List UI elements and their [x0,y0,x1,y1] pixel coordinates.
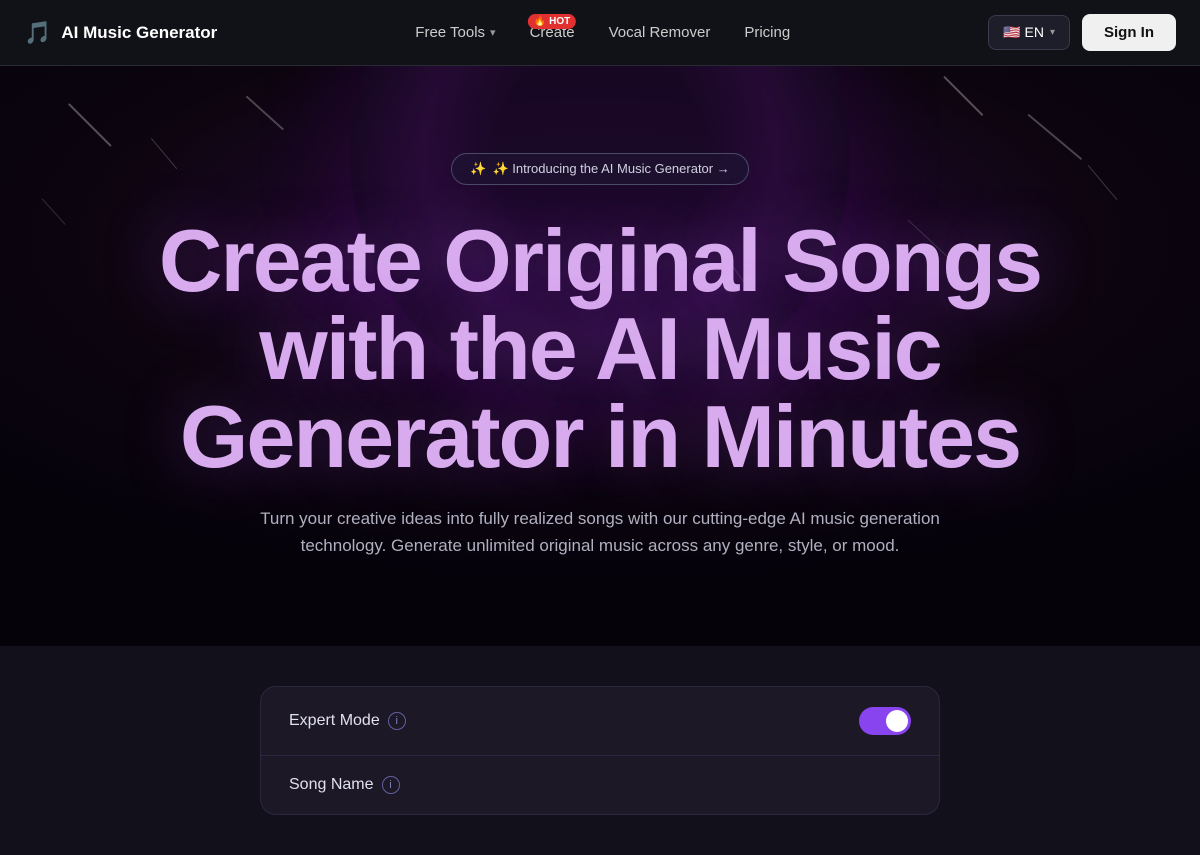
logo-text: AI Music Generator [61,23,217,43]
star-streak [68,103,111,146]
star-streak [41,198,65,225]
star-streak [1088,165,1118,200]
nav-center: Free Tools ▾ 🔥 HOT Create Vocal Remover … [401,16,804,49]
logo[interactable]: 🎵 AI Music Generator [24,20,217,46]
song-name-info-icon[interactable]: i [382,776,400,794]
sparkle-icon: ✨ [470,161,486,177]
sign-in-button[interactable]: Sign In [1082,14,1176,51]
music-note-icon: 🎵 [24,20,51,46]
nav-item-pricing[interactable]: Pricing [730,16,804,49]
expert-mode-info-icon[interactable]: i [388,712,406,730]
intro-badge[interactable]: ✨ ✨ Introducing the AI Music Generator → [451,153,748,185]
star-streak [1028,113,1083,159]
card-section: Expert Mode i Song Name i [0,646,1200,855]
hero-heading-line3: Generator in Minutes [180,387,1020,486]
nav-right: 🇺🇸 EN ▾ Sign In [988,14,1176,51]
chevron-down-icon: ▾ [1050,27,1055,38]
expert-mode-label: Expert Mode i [289,712,406,730]
nav-item-vocal-remover[interactable]: Vocal Remover [595,16,725,49]
expert-mode-text: Expert Mode [289,712,380,730]
star-streak [246,96,284,131]
song-name-row: Song Name i [261,756,939,814]
nav-label-pricing: Pricing [744,24,790,41]
star-streak [944,76,984,116]
language-selector[interactable]: 🇺🇸 EN ▾ [988,15,1070,50]
hot-badge: 🔥 HOT [528,14,576,29]
navbar: 🎵 AI Music Generator Free Tools ▾ 🔥 HOT … [0,0,1200,66]
nav-item-create[interactable]: 🔥 HOT Create [516,16,589,49]
hero-heading-line2: with the AI Music [259,299,940,398]
intro-badge-text: ✨ Introducing the AI Music Generator → [492,161,729,177]
star-streak [151,138,177,169]
song-name-label: Song Name i [289,776,400,794]
hero-subtext: Turn your creative ideas into fully real… [250,505,950,559]
language-label: 🇺🇸 EN [1003,24,1044,41]
nav-label-vocal-remover: Vocal Remover [609,24,711,41]
toggle-thumb [886,710,908,732]
song-name-text: Song Name [289,776,374,794]
chevron-down-icon: ▾ [490,26,496,39]
expert-mode-row: Expert Mode i [261,687,939,756]
hero-section: ✨ ✨ Introducing the AI Music Generator →… [0,66,1200,646]
hero-heading-line1: Create Original Songs [159,211,1041,310]
hero-heading: Create Original Songs with the AI Music … [139,217,1061,481]
expert-mode-toggle[interactable] [859,707,911,735]
nav-label-free-tools: Free Tools [415,24,485,41]
nav-item-free-tools[interactable]: Free Tools ▾ [401,16,509,49]
main-card: Expert Mode i Song Name i [260,686,940,815]
